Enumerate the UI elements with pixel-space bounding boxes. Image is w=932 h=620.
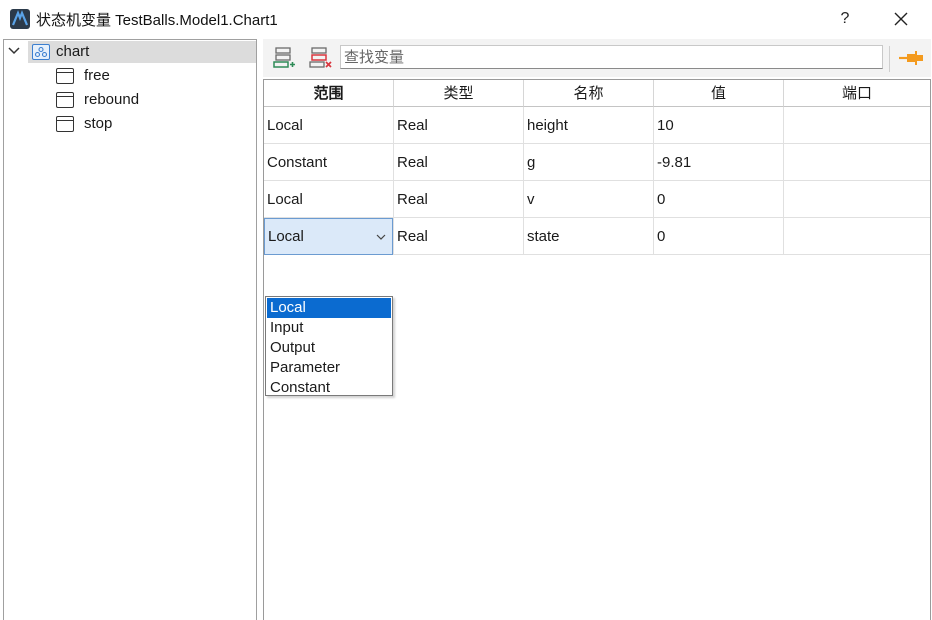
scope-combo-box[interactable]: Local [264, 218, 393, 255]
delete-variable-icon [309, 47, 332, 68]
cell-port[interactable] [784, 144, 930, 181]
cell-name[interactable]: v [524, 181, 654, 218]
pin-icon [899, 51, 923, 65]
variables-panel: 范围 类型 名称 值 端口 Local Real height 10 Const… [263, 39, 931, 620]
add-variable-button[interactable] [271, 45, 297, 71]
tree-item-rebound[interactable]: rebound [56, 89, 256, 111]
close-icon [894, 12, 908, 26]
cell-name[interactable]: g [524, 144, 654, 181]
variables-table: 范围 类型 名称 值 端口 Local Real height 10 Const… [263, 79, 931, 620]
table-header: 范围 类型 名称 值 端口 [264, 80, 930, 107]
cell-value[interactable]: 0 [654, 218, 784, 255]
header-name[interactable]: 名称 [524, 80, 654, 107]
chart-icon [32, 44, 50, 60]
state-icon [56, 68, 74, 84]
state-icon [56, 116, 74, 132]
combo-value: Local [268, 228, 304, 245]
tree-item-free[interactable]: free [56, 65, 256, 87]
tree-item-label: rebound [84, 91, 140, 108]
search-input[interactable] [340, 45, 883, 69]
cell-port[interactable] [784, 181, 930, 218]
table-row: Local Real state 0 [264, 218, 930, 255]
header-type[interactable]: 类型 [394, 80, 524, 107]
cell-scope[interactable]: Constant [264, 144, 394, 181]
header-port[interactable]: 端口 [784, 80, 930, 107]
help-button[interactable]: ? [822, 0, 868, 37]
chevron-down-icon [376, 234, 386, 240]
toolbar-divider [889, 46, 890, 72]
window-title: 状态机变量 TestBalls.Model1.Chart1 [36, 12, 278, 29]
table-row: Local Real v 0 [264, 181, 930, 218]
close-button[interactable] [878, 0, 924, 37]
cell-name[interactable]: state [524, 218, 654, 255]
dropdown-option-input[interactable]: Input [267, 318, 391, 338]
delete-variable-button[interactable] [307, 45, 333, 71]
tree-item-chart[interactable]: chart [28, 41, 256, 63]
dropdown-option-output[interactable]: Output [267, 338, 391, 358]
add-variable-icon [273, 47, 295, 68]
cell-value[interactable]: -9.81 [654, 144, 784, 181]
cell-type[interactable]: Real [394, 218, 524, 255]
title-bar: 状态机变量 TestBalls.Model1.Chart1 ? [0, 0, 932, 37]
cell-port[interactable] [784, 107, 930, 144]
cell-type[interactable]: Real [394, 181, 524, 218]
header-scope[interactable]: 范围 [264, 80, 394, 107]
table-row: Local Real height 10 [264, 107, 930, 144]
tree-item-label: chart [56, 43, 90, 60]
pin-button[interactable] [897, 47, 925, 69]
chevron-down-icon[interactable] [7, 44, 21, 58]
cell-type[interactable]: Real [394, 144, 524, 181]
toolbar [263, 39, 931, 77]
chart-tree-panel: chart free rebound stop [3, 39, 257, 620]
cell-port[interactable] [784, 218, 930, 255]
app-logo-icon [10, 9, 30, 29]
dropdown-option-parameter[interactable]: Parameter [267, 358, 391, 378]
dropdown-option-local[interactable]: Local [267, 298, 391, 318]
cell-scope[interactable]: Local [264, 107, 394, 144]
tree-item-label: free [84, 67, 110, 84]
scope-dropdown-list: Local Input Output Parameter Constant [265, 296, 393, 396]
dropdown-option-constant[interactable]: Constant [267, 378, 391, 398]
cell-scope: Local [264, 218, 394, 255]
cell-type[interactable]: Real [394, 107, 524, 144]
cell-scope[interactable]: Local [264, 181, 394, 218]
cell-name[interactable]: height [524, 107, 654, 144]
tree-item-stop[interactable]: stop [56, 113, 256, 135]
cell-value[interactable]: 0 [654, 181, 784, 218]
cell-value[interactable]: 10 [654, 107, 784, 144]
tree-item-label: stop [84, 115, 113, 132]
table-row: Constant Real g -9.81 [264, 144, 930, 181]
state-icon [56, 92, 74, 108]
header-value[interactable]: 值 [654, 80, 784, 107]
